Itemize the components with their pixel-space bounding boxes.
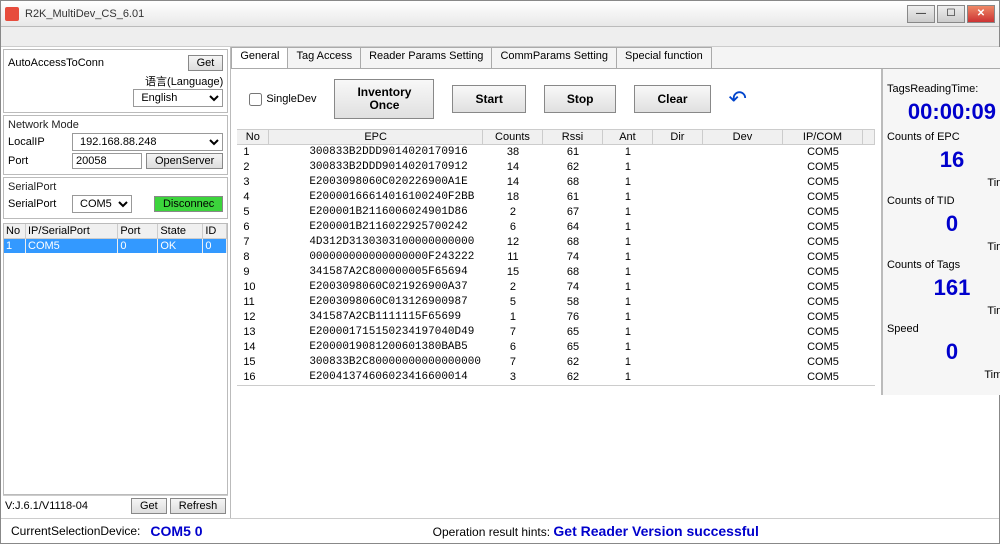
epc-row[interactable]: 74D312D313030310000000000012681COM5 bbox=[237, 235, 875, 250]
epc-table[interactable]: NoEPCCountsRssiAntDirDevIP/COM 1300833B2… bbox=[237, 129, 875, 386]
epc-row[interactable]: 11E2003098060C0131269009875581COM5 bbox=[237, 295, 875, 310]
tid-count: 0 bbox=[887, 211, 1000, 237]
titlebar: R2K_MultiDev_CS_6.01 — ☐ ✕ bbox=[1, 1, 999, 27]
disconnect-button[interactable]: Disconnec bbox=[154, 196, 223, 212]
epc-row[interactable]: 16E200413746060234166000143621COM5 bbox=[237, 370, 875, 385]
tab-reader-params[interactable]: Reader Params Setting bbox=[360, 47, 492, 68]
counts-epc-label: Counts of EPC bbox=[887, 131, 1000, 143]
epc-row[interactable]: 15300833B2C800000000000000007621COM5 bbox=[237, 355, 875, 370]
close-button[interactable]: ✕ bbox=[967, 5, 995, 23]
operation-hint-label: Operation result hints: bbox=[433, 525, 550, 539]
epc-row[interactable]: 12341587A2CB1111115F656991761COM5 bbox=[237, 310, 875, 325]
clear-button[interactable]: Clear bbox=[634, 85, 710, 113]
epc-row[interactable]: 5E200001B2116006024901D862671COM5 bbox=[237, 205, 875, 220]
auto-access-label: AutoAccessToConn bbox=[8, 57, 104, 69]
serial-port-label: SerialPort bbox=[8, 198, 68, 210]
elapsed-time: 00:00:09 bbox=[887, 99, 1000, 125]
tab-general[interactable]: General bbox=[231, 47, 288, 68]
port-label: Port bbox=[8, 155, 68, 167]
operation-hint-value: Get Reader Version successful bbox=[553, 523, 758, 539]
local-ip-label: LocalIP bbox=[8, 136, 68, 148]
tab-tag-access[interactable]: Tag Access bbox=[287, 47, 361, 68]
serial-port-title: SerialPort bbox=[8, 181, 223, 193]
col-port: Port bbox=[118, 224, 158, 239]
language-select[interactable]: English bbox=[133, 89, 223, 107]
status-bar: CurrentSelectionDevice: COM5 0 Operation… bbox=[1, 518, 999, 543]
get-button-2[interactable]: Get bbox=[131, 498, 167, 514]
open-server-button[interactable]: OpenServer bbox=[146, 153, 223, 169]
counts-tid-label: Counts of TID bbox=[887, 195, 1000, 207]
col-id: ID bbox=[203, 224, 227, 239]
epc-row[interactable]: 13E200001715150234197040D497651COM5 bbox=[237, 325, 875, 340]
current-device-value: COM5 0 bbox=[150, 523, 202, 539]
epc-row[interactable]: 1300833B2DDD901402017091638611COM5 bbox=[237, 145, 875, 160]
connection-row[interactable]: 1 COM5 0 OK 0 bbox=[4, 239, 227, 253]
epc-count: 16 bbox=[887, 147, 1000, 173]
epc-col-counts: Counts bbox=[483, 130, 543, 145]
tab-comm-params[interactable]: CommParams Setting bbox=[491, 47, 617, 68]
refresh-button[interactable]: Refresh bbox=[170, 498, 227, 514]
epc-col-dev: Dev bbox=[703, 130, 783, 145]
minimize-button[interactable]: — bbox=[907, 5, 935, 23]
epc-row[interactable]: 14E2000019081200601380BAB56651COM5 bbox=[237, 340, 875, 355]
language-label: 语言(Language) bbox=[133, 73, 223, 89]
port-input[interactable] bbox=[72, 153, 142, 169]
epc-row[interactable]: 3E2003098060C020226900A1E14681COM5 bbox=[237, 175, 875, 190]
left-panel: AutoAccessToConn Get 语言(Language) Englis… bbox=[1, 47, 231, 518]
local-ip-select[interactable]: 192.168.88.248 bbox=[72, 133, 223, 151]
undo-icon[interactable]: ↶ bbox=[729, 86, 747, 112]
center-panel: General Tag Access Reader Params Setting… bbox=[231, 47, 1000, 518]
connection-table[interactable]: No IP/SerialPort Port State ID 1 COM5 0 … bbox=[3, 223, 228, 495]
menubar bbox=[1, 27, 999, 47]
tags-count: 161 bbox=[887, 275, 1000, 301]
tags-reading-time-label: TagsReadingTime: bbox=[887, 83, 1000, 95]
app-icon bbox=[5, 7, 19, 21]
inventory-once-button[interactable]: Inventory Once bbox=[334, 79, 434, 119]
maximize-button[interactable]: ☐ bbox=[937, 5, 965, 23]
epc-row[interactable]: 2300833B2DDD901402017091214621COM5 bbox=[237, 160, 875, 175]
get-button[interactable]: Get bbox=[188, 55, 224, 71]
epc-row[interactable]: 8000000000000000000F24322211741COM5 bbox=[237, 250, 875, 265]
serial-port-select[interactable]: COM5 bbox=[72, 195, 132, 213]
epc-col-rssi: Rssi bbox=[543, 130, 603, 145]
epc-col-epc: EPC bbox=[269, 130, 483, 145]
counts-tags-label: Counts of Tags bbox=[887, 259, 1000, 271]
epc-row[interactable]: 6E200001B21160229257002426641COM5 bbox=[237, 220, 875, 235]
epc-row[interactable]: 4E20000166614016100240F2BB18611COM5 bbox=[237, 190, 875, 205]
single-dev-checkbox[interactable]: SingleDev bbox=[249, 93, 316, 106]
epc-col-ipcom: IP/COM bbox=[783, 130, 863, 145]
network-mode-title: Network Mode bbox=[8, 119, 223, 131]
version-label: V:J.6.1/V1118-04 bbox=[5, 500, 88, 512]
epc-col-no: No bbox=[237, 130, 269, 145]
epc-col-dir: Dir bbox=[653, 130, 703, 145]
epc-col-ant: Ant bbox=[603, 130, 653, 145]
window-title: R2K_MultiDev_CS_6.01 bbox=[25, 8, 905, 20]
col-state: State bbox=[158, 224, 203, 239]
epc-row[interactable]: 10E2003098060C021926900A372741COM5 bbox=[237, 280, 875, 295]
current-device-label: CurrentSelectionDevice: bbox=[11, 524, 140, 538]
col-no: No bbox=[4, 224, 26, 239]
stop-button[interactable]: Stop bbox=[544, 85, 617, 113]
speed-label: Speed bbox=[887, 323, 1000, 335]
col-ip: IP/SerialPort bbox=[26, 224, 118, 239]
tab-special[interactable]: Special function bbox=[616, 47, 712, 68]
speed-value: 0 bbox=[887, 339, 1000, 365]
tab-strip: General Tag Access Reader Params Setting… bbox=[231, 47, 1000, 69]
stats-panel: TagsReadingTime: 00:00:09 Counts of EPC … bbox=[881, 69, 1000, 395]
epc-row[interactable]: 9341587A2C800000005F6569415681COM5 bbox=[237, 265, 875, 280]
start-button[interactable]: Start bbox=[452, 85, 525, 113]
